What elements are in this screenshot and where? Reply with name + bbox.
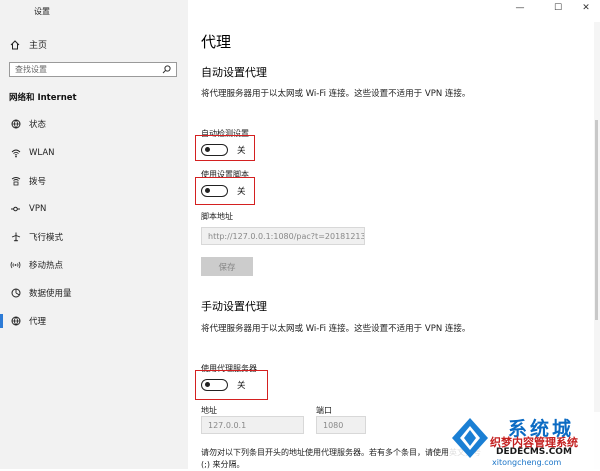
sidebar-item-hotspot[interactable]: 移动热点 (0, 255, 188, 275)
sidebar-item-airplane[interactable]: 飞行模式 (0, 227, 188, 247)
sidebar-item-label: 移动热点 (29, 261, 64, 271)
page-title: 代理 (201, 33, 232, 51)
sidebar-item-dialup[interactable]: 拨号 (0, 171, 188, 191)
watermark-text: DEDECMS.COM (496, 447, 572, 457)
airplane-icon (11, 232, 20, 242)
search-input[interactable] (15, 65, 155, 74)
sidebar-item-label: 飞行模式 (29, 233, 64, 243)
sidebar-item-label: 代理 (29, 317, 47, 327)
sidebar-home-label: 主页 (29, 41, 48, 51)
highlight-box (195, 135, 255, 161)
proxy-exceptions-description: 请勿对以下列条目开头的地址使用代理服务器。若有多个条目，请使用英文分号 (;) … (201, 448, 481, 469)
sidebar-item-label: VPN (29, 204, 47, 214)
manual-proxy-description: 将代理服务器用于以太网或 Wi-Fi 连接。这些设置不适用于 VPN 连接。 (201, 324, 471, 334)
highlight-box (195, 177, 255, 205)
manual-proxy-heading: 手动设置代理 (201, 300, 267, 313)
hotspot-icon (10, 261, 21, 269)
proxy-port-field[interactable]: 1080 (316, 416, 366, 434)
app-title: 设置 (34, 7, 50, 16)
save-button[interactable]: 保存 (201, 257, 253, 276)
script-address-field[interactable]: http://127.0.0.1:1080/pac?t=201812130 (201, 227, 365, 245)
wifi-icon (11, 149, 20, 158)
sidebar-section-title: 网络和 Internet (9, 93, 77, 103)
sidebar-item-vpn[interactable]: VPN (0, 199, 188, 219)
maximize-button[interactable]: ☐ (550, 3, 566, 13)
proxy-port-label: 端口 (316, 406, 332, 415)
scrollbar-thumb[interactable] (595, 120, 598, 320)
proxy-address-field[interactable]: 127.0.0.1 (201, 416, 304, 434)
sidebar-item-proxy[interactable]: 代理 (0, 311, 188, 331)
auto-proxy-heading: 自动设置代理 (201, 66, 267, 79)
search-icon[interactable] (162, 65, 171, 74)
watermark-text: xitongcheng.com (492, 458, 562, 467)
highlight-box (195, 370, 268, 400)
proxy-address-label: 地址 (201, 406, 217, 415)
sidebar-item-wlan[interactable]: WLAN (0, 143, 188, 163)
close-button[interactable]: ✕ (578, 3, 594, 13)
dialup-icon (11, 177, 20, 186)
home-icon (10, 39, 20, 49)
auto-proxy-description: 将代理服务器用于以太网或 Wi-Fi 连接。这些设置不适用于 VPN 连接。 (201, 89, 471, 99)
sidebar-item-label: WLAN (29, 148, 55, 158)
sidebar-home[interactable]: 主页 (10, 38, 47, 51)
sidebar-item-status[interactable]: 状态 (0, 114, 188, 134)
minimize-button[interactable]: — (512, 3, 528, 13)
sidebar-item-data-usage[interactable]: 数据使用量 (0, 283, 188, 303)
search-box[interactable] (9, 62, 177, 77)
globe-icon (11, 119, 20, 129)
data-usage-icon (11, 288, 20, 298)
sidebar-item-label: 状态 (29, 120, 47, 130)
script-address-label: 脚本地址 (201, 212, 233, 221)
vpn-icon (11, 206, 20, 212)
sidebar-item-label: 数据使用量 (29, 289, 72, 299)
proxy-globe-icon (11, 316, 20, 326)
sidebar-item-label: 拨号 (29, 177, 47, 187)
